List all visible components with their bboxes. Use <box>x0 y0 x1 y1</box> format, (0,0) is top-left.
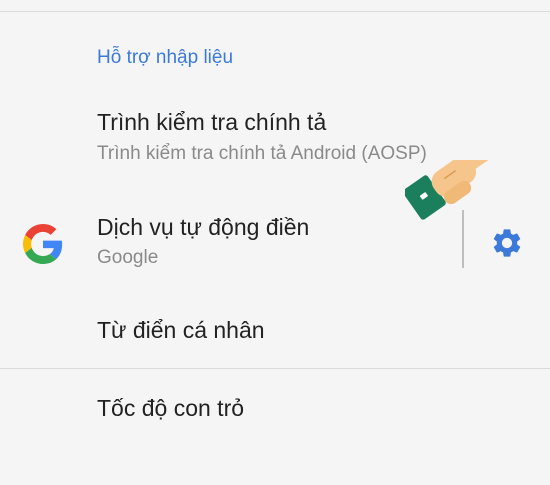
autofill-service-title: Dịch vụ tự động điền <box>97 214 310 240</box>
top-divider <box>0 11 550 12</box>
pointer-speed-title: Tốc độ con trỏ <box>97 395 245 421</box>
autofill-service-item[interactable]: Dịch vụ tự động điền Google <box>0 208 550 274</box>
pointer-speed-item[interactable]: Tốc độ con trỏ <box>0 390 550 430</box>
autofill-service-subtitle: Google <box>97 247 159 268</box>
personal-dictionary-title: Từ điển cá nhân <box>97 317 265 343</box>
gear-icon[interactable] <box>490 226 524 260</box>
spell-checker-item[interactable]: Trình kiểm tra chính tả Trình kiểm tra c… <box>0 106 550 172</box>
middle-divider <box>0 368 550 369</box>
spell-checker-title: Trình kiểm tra chính tả <box>97 109 327 135</box>
section-header-input-assist: Hỗ trợ nhập liệu <box>97 47 234 68</box>
personal-dictionary-item[interactable]: Từ điển cá nhân <box>0 312 550 352</box>
google-g-icon <box>23 224 63 264</box>
spell-checker-subtitle: Trình kiểm tra chính tả Android (AOSP) <box>97 143 427 164</box>
